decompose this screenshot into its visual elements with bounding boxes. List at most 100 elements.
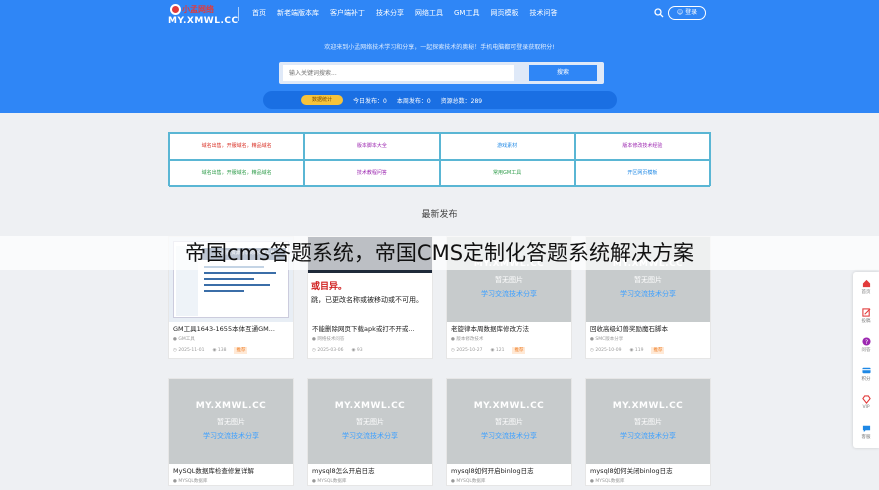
clock-icon: ◷ 2025-11-01 [173,348,205,353]
thumb-watermark: MY.XMWL.CC [473,401,545,411]
quick-link[interactable]: 域名出售，开服域名，精品域名 [169,160,305,187]
thumb-no-image: 暂无图片 [495,276,523,284]
screenshot-line [204,272,276,274]
post-category[interactable]: ● SMC版本分享 [586,334,710,343]
post-category[interactable]: ● MYSQL数据库 [586,476,710,485]
header-banner: 小孟网络 MY.XMWL.CC 首页 新老端版本库 客户端补丁 技术分享 网络工… [0,0,879,113]
post-thumbnail: MY.XMWL.CC 暂无图片 学习交流技术分享 [447,379,571,464]
post-title[interactable]: GM工具1643-1655本体互通GM... [169,322,293,334]
stat-today: 今日发布：0 [353,97,387,105]
post-tag: 推荐 [512,347,526,354]
side-qa-button[interactable]: ? 问答 [853,330,879,359]
main-nav: 首页 新老端版本库 客户端补丁 技术分享 网络工具 GM工具 网页模板 技术问答 [252,7,557,19]
side-toolbar: 首页 投稿 ? 问答 积分 VIP 客服 [853,272,879,448]
post-title[interactable]: MySQL数据库检查修复详解 [169,464,293,476]
logo-divider [238,7,239,21]
side-vip-button[interactable]: VIP [853,388,879,417]
quick-link[interactable]: 常用GM工具 [439,160,575,187]
post-title[interactable]: 不能删除网页下载apk或打不开或... [308,322,432,334]
edit-icon [861,307,870,317]
side-support-button[interactable]: 客服 [853,417,879,446]
thumb-no-image: 暂无图片 [356,418,384,426]
side-points-button[interactable]: 积分 [853,359,879,388]
screenshot-black-text: 跳，已更改名称或被移动或不可用。 [311,296,423,304]
quick-link[interactable]: 技术教程问答 [304,160,440,187]
side-submit-button[interactable]: 投稿 [853,301,879,330]
post-title[interactable]: 回收高级幻兽奖励魔石脚本 [586,322,710,334]
login-button[interactable]: ☺ 登录 [668,6,706,20]
thumb-slogan: 学习交流技术分享 [342,432,398,440]
side-label: 积分 [861,376,871,382]
user-icon: ☺ [676,9,684,16]
post-thumbnail: MY.XMWL.CC 暂无图片 学习交流技术分享 [308,379,432,464]
post-tag: 推荐 [651,347,665,354]
nav-item-version-library[interactable]: 新老端版本库 [277,7,319,19]
post-meta: ◷ 2025-10-27 ◉ 121 推荐 [447,343,571,358]
side-home-button[interactable]: 首页 [853,272,879,301]
post-grid: 小孟网络资源分享网站GM工具 GM工具1643-1655本体互通GM... ● … [168,236,711,490]
post-meta: ◷ 2025-03-06 ◉ 93 [308,343,432,358]
side-label: 客服 [861,434,871,440]
quick-link[interactable]: 游戏素材 [439,133,575,160]
site-logo[interactable]: 小孟网络 MY.XMWL.CC [168,4,238,28]
post-card[interactable]: MY.XMWL.CC 暂无图片 学习交流技术分享 mysql8如何关闭binlo… [585,378,711,486]
post-thumbnail: MY.XMWL.CC 暂无图片 学习交流技术分享 [586,379,710,464]
screenshot-line [204,278,254,280]
post-title[interactable]: mysql8如何关闭binlog日志 [586,464,710,476]
eye-icon: ◉ 119 [629,348,644,353]
search-icon[interactable] [654,8,664,18]
nav-item-network-tools[interactable]: 网络工具 [415,7,443,19]
nav-item-web-templates[interactable]: 网页模板 [490,7,518,19]
thumb-slogan: 学习交流技术分享 [203,432,259,440]
post-category[interactable]: ● GM工具 [169,334,293,343]
post-category[interactable]: ● 网络技术问答 [308,334,432,343]
post-card[interactable]: MY.XMWL.CC 暂无图片 学习交流技术分享 mysql8如何开启binlo… [446,378,572,486]
post-category[interactable]: ● MYSQL数据库 [447,476,571,485]
eye-icon: ◉ 93 [351,348,363,353]
clock-icon: ◷ 2025-03-06 [312,348,344,353]
quick-link[interactable]: 开区网页模板 [574,160,710,187]
nav-item-home[interactable]: 首页 [252,7,266,19]
clock-icon: ◷ 2025-10-27 [451,348,483,353]
quick-link[interactable]: 版本修改技术经验 [574,133,710,160]
eye-icon: ◉ 121 [490,348,505,353]
quick-links-grid: 域名出售，开服域名，精品域名 版本脚本大全 游戏素材 版本修改技术经验 域名出售… [168,132,711,187]
post-card[interactable]: MY.XMWL.CC 暂无图片 学习交流技术分享 mysql8怎么开启日志 ● … [307,378,433,486]
post-category[interactable]: ● MYSQL数据库 [169,476,293,485]
post-title[interactable]: mysql8怎么开启日志 [308,464,432,476]
stats-bar: 数据统计 今日发布：0 本周发布：0 资源总数：289 [263,91,617,109]
search-input[interactable] [283,65,514,81]
nav-item-client-patch[interactable]: 客户端补丁 [330,7,365,19]
search-form: 搜索 [279,62,604,84]
post-category[interactable]: ● MYSQL数据库 [308,476,432,485]
card-icon [861,367,871,373]
side-label: 投稿 [861,318,871,324]
thumb-no-image: 暂无图片 [495,418,523,426]
nav-item-tech-share[interactable]: 技术分享 [376,7,404,19]
thumb-slogan: 学习交流技术分享 [620,290,676,298]
screenshot-line [204,284,270,286]
login-label: 登录 [685,9,698,16]
thumb-watermark: MY.XMWL.CC [612,401,684,411]
post-card[interactable]: MY.XMWL.CC 暂无图片 学习交流技术分享 MySQL数据库检查修复详解 … [168,378,294,486]
nav-item-tech-qa[interactable]: 技术问答 [529,7,557,19]
post-tag: 推荐 [234,347,248,354]
section-title-latest: 最新发布 [421,210,458,220]
nav-item-gm-tools[interactable]: GM工具 [454,7,479,19]
thumb-no-image: 暂无图片 [634,418,662,426]
question-icon: ? [861,336,871,345]
post-title[interactable]: mysql8如何开启binlog日志 [447,464,571,476]
stat-week: 本周发布：0 [396,97,431,105]
thumb-watermark: MY.XMWL.CC [195,401,267,411]
quick-link[interactable]: 版本脚本大全 [304,133,440,160]
home-icon [862,279,870,287]
screenshot-line [204,290,244,292]
post-title[interactable]: 老旋律本周数据库修改方法 [447,322,571,334]
search-button[interactable]: 搜索 [529,65,597,81]
side-label: 首页 [861,289,871,295]
thumb-slogan: 学习交流技术分享 [481,432,537,440]
quick-link[interactable]: 域名出售，开服域名，精品域名 [169,133,305,160]
post-category[interactable]: ● 版本修改技术 [447,334,571,343]
side-label: VIP [862,405,870,410]
thumb-no-image: 暂无图片 [217,418,245,426]
